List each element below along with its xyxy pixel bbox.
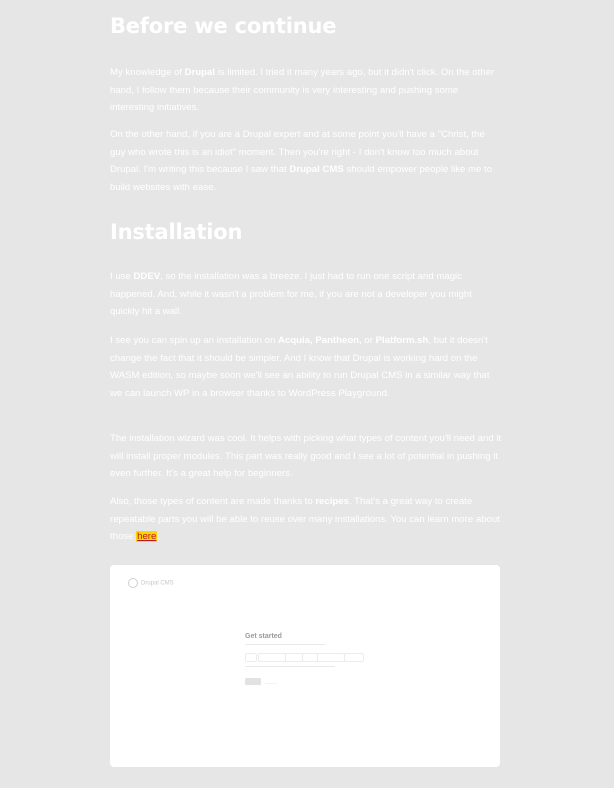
drupal-cms-logo: Drupal CMS (128, 578, 174, 588)
next-button (245, 678, 261, 685)
section-heading-installation: Installation (110, 220, 243, 244)
text: My knowledge of (110, 67, 185, 78)
installer-screenshot: Drupal CMS Get started ——— (110, 565, 500, 767)
bold-acquia-pantheon: Acquia, Pantheon, (278, 335, 362, 346)
paragraph-ddev: I use DDEV, so the installation was a br… (110, 268, 502, 321)
text: Also, those types of content are made th… (110, 496, 316, 507)
option-chip (317, 653, 345, 662)
option-chip (285, 653, 303, 662)
here-link[interactable]: here (136, 531, 158, 543)
bold-recipes: recipes (315, 496, 349, 507)
drupal-drop-icon (128, 578, 138, 588)
text: or (361, 335, 376, 346)
divider (245, 666, 335, 667)
bold-drupal: Drupal (184, 67, 216, 78)
paragraph-wizard: The installation wizard was cool. It hel… (110, 433, 502, 480)
text: I see you can spin up an installation on (110, 335, 279, 346)
paragraph-hosting: I see you can spin up an installation on… (110, 332, 502, 402)
option-chip (302, 653, 318, 662)
paragraph-recipes: Also, those types of content are made th… (110, 493, 502, 546)
logo-text: Drupal CMS (141, 580, 174, 587)
bold-platformsh: Platform.sh (375, 335, 429, 346)
paragraph-knowledge: My knowledge of Drupal is limited. I tri… (110, 64, 502, 117)
text: I use (110, 271, 134, 282)
paragraph-drupal-expert: On the other hand, if you are a Drupal e… (110, 126, 502, 196)
option-chip (245, 653, 257, 662)
section-heading-before-we-continue: Before we continue (110, 14, 337, 38)
bold-ddev: DDEV (133, 271, 161, 282)
option-chip (258, 653, 286, 662)
text: . (157, 531, 161, 543)
text: , so the installation was a breeze. I ju… (110, 271, 472, 318)
bold-drupal-cms: Drupal CMS (289, 164, 344, 176)
option-chip (344, 653, 364, 662)
skip-link: ——— (265, 680, 277, 685)
divider (245, 644, 325, 645)
get-started-heading: Get started (245, 633, 282, 640)
